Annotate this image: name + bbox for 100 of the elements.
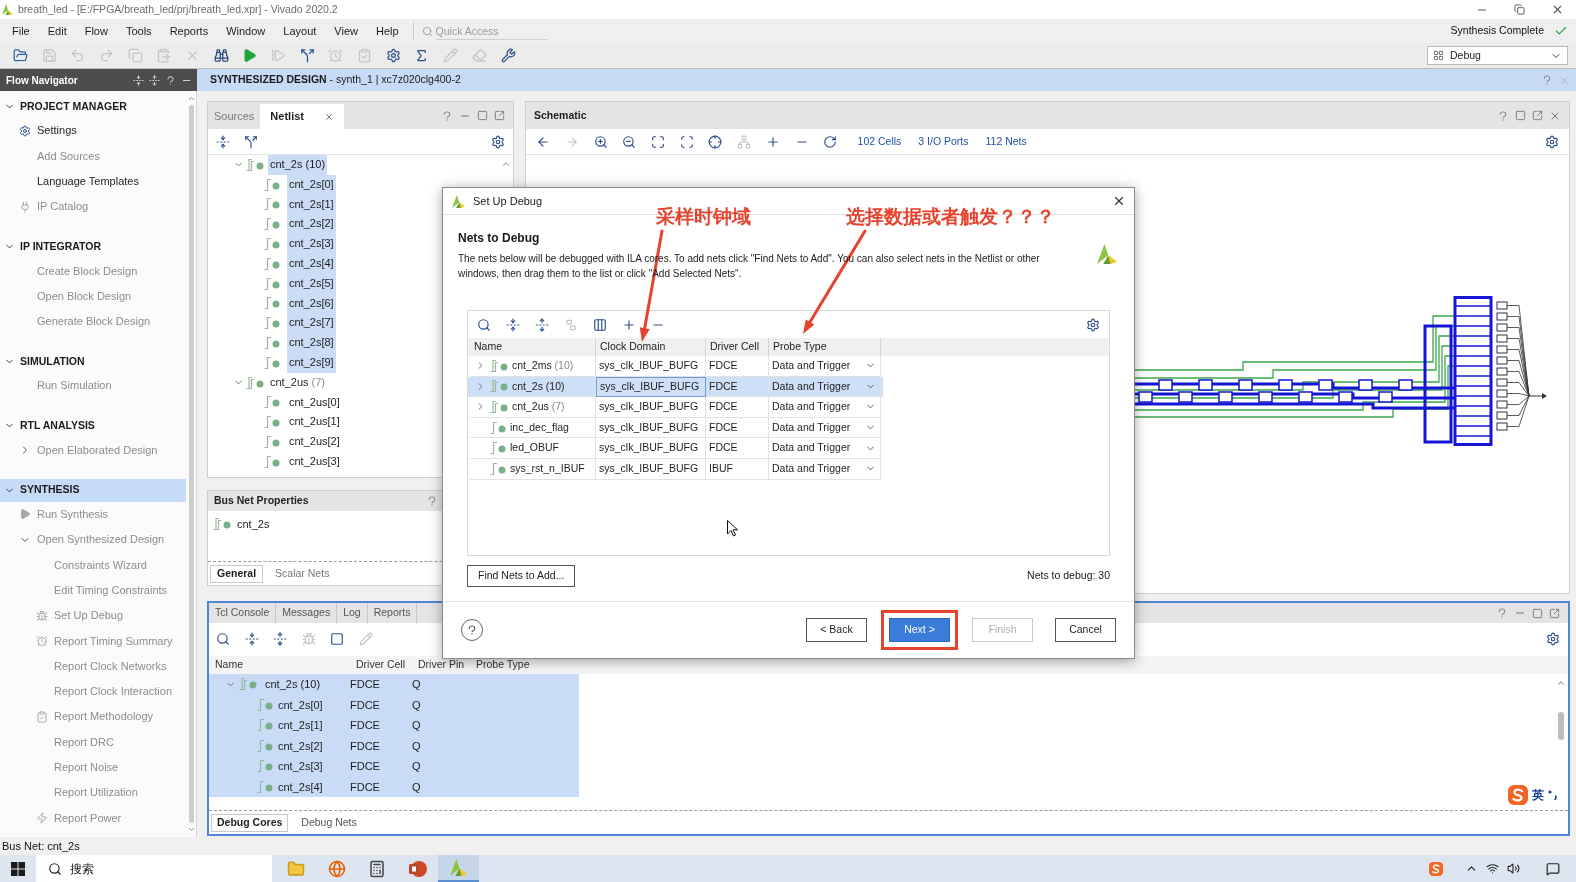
help-icon[interactable] bbox=[1496, 607, 1508, 619]
dialog-button[interactable]: Next > bbox=[889, 618, 950, 642]
tree-item[interactable]: cnt_2us[0] bbox=[287, 392, 342, 413]
column-header[interactable]: Clock Domain bbox=[600, 339, 666, 355]
probe-type-dropdown[interactable]: Data and Trigger bbox=[772, 419, 876, 436]
arrow-left-icon[interactable] bbox=[536, 134, 551, 149]
crosshair-icon[interactable] bbox=[708, 134, 723, 149]
float-window-icon[interactable] bbox=[1532, 110, 1543, 121]
stop-icon[interactable] bbox=[330, 631, 345, 646]
windows-logo-icon[interactable] bbox=[11, 861, 25, 876]
help-icon[interactable] bbox=[441, 109, 453, 122]
tree-item[interactable]: cnt_2s[6] bbox=[287, 293, 336, 314]
collapse-all-icon[interactable] bbox=[505, 317, 520, 332]
tree-item[interactable]: cnt_2s[4] bbox=[287, 254, 336, 274]
tree-item[interactable]: cnt_2us[2] bbox=[287, 432, 342, 452]
tree-item[interactable]: cnt_2s[8] bbox=[287, 333, 336, 353]
nav-section-header[interactable]: SIMULATION bbox=[0, 350, 186, 374]
scroll-up-icon[interactable] bbox=[186, 94, 196, 103]
tree-item[interactable]: cnt_2us[1] bbox=[287, 412, 342, 433]
table-row[interactable]: cnt_2s[0] FDCE Q bbox=[209, 694, 579, 715]
panel-tab[interactable]: Sources bbox=[208, 104, 261, 129]
float-window-icon[interactable] bbox=[494, 110, 505, 121]
maximize-icon[interactable] bbox=[1532, 607, 1543, 619]
column-header[interactable]: Driver Cell bbox=[710, 339, 759, 355]
table-row[interactable]: cnt_2us (7) sys_clk_IBUF_BUFG FDCE Data and Trigger bbox=[468, 397, 883, 418]
dialog-button[interactable]: < Back bbox=[806, 618, 867, 642]
tree-item[interactable]: cnt_2s[1] bbox=[287, 194, 336, 215]
dialog-button[interactable]: Cancel bbox=[1055, 618, 1116, 642]
settings-icon[interactable] bbox=[491, 134, 505, 149]
tree-item[interactable]: cnt_2s[5] bbox=[287, 273, 336, 294]
settings-icon[interactable] bbox=[1545, 134, 1559, 149]
table-row[interactable]: cnt_2ms (10) sys_clk_IBUF_BUFG FDCE Data and Trigger bbox=[468, 356, 883, 377]
help-icon[interactable] bbox=[1497, 109, 1509, 122]
tree-item[interactable]: cnt_2us (7) bbox=[268, 372, 328, 393]
restore-icon[interactable] bbox=[1514, 4, 1525, 15]
tree-item[interactable]: cnt_2s[2] bbox=[287, 214, 336, 235]
panel-tab[interactable]: Messages bbox=[276, 603, 338, 623]
table-row[interactable]: sys_rst_n_IBUF sys_clk_IBUF_BUFG IBUF Data and Trigger bbox=[468, 458, 883, 480]
plus-icon[interactable] bbox=[765, 134, 780, 149]
column-header[interactable]: Name bbox=[474, 339, 502, 355]
settings-icon[interactable] bbox=[1546, 631, 1560, 646]
split-icon[interactable] bbox=[299, 48, 315, 63]
collapse-all-icon[interactable] bbox=[133, 74, 144, 86]
tree-item[interactable]: cnt_2s (10) bbox=[268, 155, 328, 175]
nav-section-header[interactable]: RTL ANALYSIS bbox=[0, 414, 186, 438]
columns-icon[interactable] bbox=[592, 317, 607, 332]
help-icon[interactable] bbox=[426, 495, 438, 507]
scan-frame-icon[interactable] bbox=[679, 134, 694, 149]
scrollbar-thumb[interactable] bbox=[1558, 712, 1564, 740]
link[interactable]: 102 Cells bbox=[857, 133, 902, 150]
scrollbar-thumb[interactable] bbox=[188, 105, 194, 823]
expand-all-icon[interactable] bbox=[534, 317, 549, 332]
table-row[interactable]: cnt_2s[1] FDCE Q bbox=[209, 715, 579, 736]
table-row[interactable]: cnt_2s[4] FDCE Q bbox=[209, 776, 579, 797]
refresh-icon[interactable] bbox=[823, 134, 838, 149]
split-icon[interactable] bbox=[244, 134, 258, 149]
probe-type-dropdown[interactable]: Data and Trigger bbox=[772, 440, 876, 457]
menu-item[interactable]: Layout bbox=[283, 22, 317, 40]
panel-tab[interactable]: Netlist bbox=[260, 104, 344, 129]
link[interactable]: 112 Nets bbox=[985, 133, 1027, 150]
panel-tab[interactable]: Scalar Nets bbox=[269, 564, 336, 583]
nav-item[interactable]: Settings bbox=[37, 122, 77, 139]
play-icon[interactable] bbox=[242, 48, 258, 63]
float-window-icon[interactable] bbox=[1549, 607, 1560, 619]
zoom-out-icon[interactable] bbox=[622, 134, 637, 149]
table-row[interactable]: cnt_2s[2] FDCE Q bbox=[209, 735, 579, 756]
expand-all-icon[interactable] bbox=[273, 631, 288, 646]
search-icon[interactable] bbox=[216, 631, 231, 646]
calculator-icon[interactable] bbox=[368, 859, 387, 878]
column-header[interactable]: Probe Type bbox=[476, 658, 530, 671]
plus-icon[interactable] bbox=[621, 317, 636, 332]
tree-item[interactable]: cnt_2us[3] bbox=[287, 451, 342, 472]
panel-tab[interactable]: Debug Nets bbox=[296, 813, 362, 832]
wrench-icon[interactable] bbox=[500, 48, 516, 63]
menu-item[interactable]: Flow bbox=[84, 22, 108, 40]
nav-item[interactable]: Language Templates bbox=[37, 173, 139, 190]
nav-section-header[interactable]: IP INTEGRATOR bbox=[0, 235, 186, 259]
link[interactable]: 3 I/O Ports bbox=[918, 133, 969, 150]
expand-corners-icon[interactable] bbox=[651, 134, 666, 149]
tree-item[interactable]: cnt_2s[3] bbox=[287, 234, 336, 254]
table-row[interactable]: cnt_2s (10) sys_clk_IBUF_BUFG FDCE Data and Trigger bbox=[468, 376, 883, 398]
scroll-up-icon[interactable] bbox=[501, 159, 511, 169]
panel-tab[interactable]: Log bbox=[337, 603, 368, 623]
layout-dropdown[interactable]: Debug bbox=[1427, 46, 1568, 65]
help-icon[interactable] bbox=[1541, 74, 1553, 86]
quick-access-field[interactable]: Quick Access bbox=[435, 22, 548, 40]
probe-type-dropdown[interactable]: Data and Trigger bbox=[772, 378, 876, 395]
punctuation-icon[interactable] bbox=[1548, 790, 1558, 800]
menu-item[interactable]: Tools bbox=[125, 22, 152, 40]
probe-type-dropdown[interactable]: Data and Trigger bbox=[772, 460, 876, 477]
tree-item[interactable]: cnt_2s[9] bbox=[287, 352, 336, 373]
wifi-icon[interactable] bbox=[1486, 862, 1499, 875]
ime-logo-icon[interactable] bbox=[1429, 861, 1443, 876]
scroll-down-icon[interactable] bbox=[186, 825, 196, 834]
table-row[interactable]: cnt_2s (10) FDCE Q bbox=[209, 674, 579, 695]
menu-item[interactable]: File bbox=[12, 22, 30, 40]
nav-section-header[interactable]: SYNTHESIS bbox=[0, 478, 186, 502]
menu-item[interactable]: Help bbox=[375, 22, 399, 40]
nav-section-header[interactable]: PROJECT MANAGER bbox=[0, 95, 186, 118]
search-icon[interactable] bbox=[476, 317, 491, 332]
